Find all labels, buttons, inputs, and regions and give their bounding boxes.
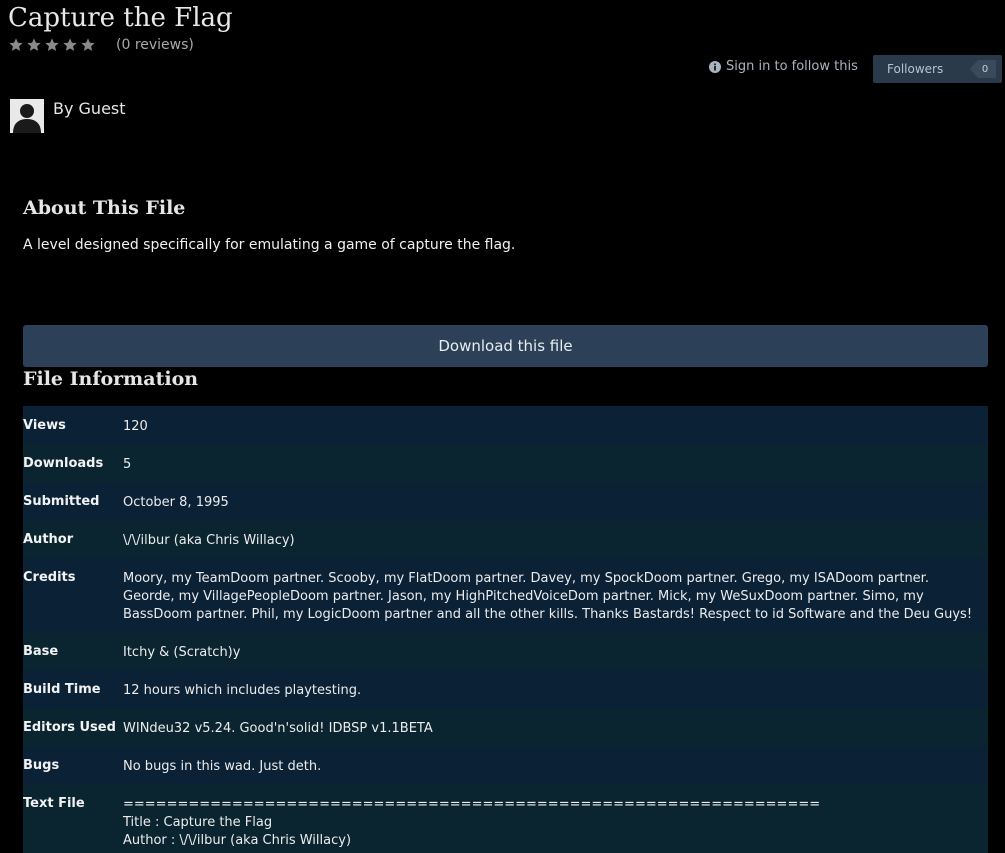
star-icon[interactable] <box>80 37 96 53</box>
author-by-line: By Guest <box>53 99 126 118</box>
info-label: Editors Used <box>23 720 116 735</box>
followers-button[interactable]: Followers 0 <box>873 55 1002 83</box>
follow-text: Sign in to follow this <box>726 59 858 74</box>
info-row-author: Author \/\/ilbur (aka Chris Willacy) <box>23 520 988 558</box>
info-value: Itchy & (Scratch)y <box>123 645 241 660</box>
info-label: Text File <box>23 796 85 811</box>
followers-count-badge: 0 <box>970 60 996 78</box>
info-value: WINdeu32 v5.24. Good'n'solid! IDBSP v1.1… <box>123 721 433 736</box>
file-information-table: Views 120 Downloads 5 Submitted October … <box>23 406 988 853</box>
sign-in-to-follow-link[interactable]: Sign in to follow this <box>709 59 858 74</box>
reviews-count: (0 reviews) <box>116 37 194 53</box>
info-label: Base <box>23 644 59 659</box>
info-value: \/\/ilbur (aka Chris Willacy) <box>123 533 295 548</box>
avatar[interactable] <box>10 99 44 133</box>
info-row-credits: Credits Moory, my TeamDoom partner. Scoo… <box>23 558 988 632</box>
star-rating[interactable]: (0 reviews) <box>8 36 194 54</box>
info-label: Downloads <box>23 456 104 471</box>
text-file-line: Title : Capture the Flag <box>123 815 273 830</box>
star-icon[interactable] <box>44 37 60 53</box>
file-page: Capture the Flag (0 reviews) Sign in to … <box>0 0 1005 853</box>
info-row-submitted: Submitted October 8, 1995 <box>23 482 988 520</box>
star-icon[interactable] <box>8 37 24 53</box>
info-row-downloads: Downloads 5 <box>23 444 988 482</box>
info-value: 120 <box>123 419 148 434</box>
info-row-base: Base Itchy & (Scratch)y <box>23 632 988 670</box>
star-icon[interactable] <box>62 37 78 53</box>
followers-label: Followers <box>887 62 944 76</box>
info-row-views: Views 120 <box>23 406 988 444</box>
info-value: October 8, 1995 <box>123 495 229 510</box>
info-label: Credits <box>23 570 76 585</box>
info-row-text-file: Text File ==============================… <box>23 784 988 853</box>
info-value: 5 <box>123 457 132 472</box>
info-row-editors-used: Editors Used WINdeu32 v5.24. Good'n'soli… <box>23 708 988 746</box>
info-value: No bugs in this wad. Just deth. <box>123 759 322 774</box>
page-title: Capture the Flag <box>8 3 233 33</box>
info-label: Views <box>23 418 66 433</box>
file-information-heading: File Information <box>23 368 199 390</box>
info-row-build-time: Build Time 12 hours which includes playt… <box>23 670 988 708</box>
star-icon[interactable] <box>26 37 42 53</box>
text-file-line: ========================================… <box>123 797 821 812</box>
text-file-content: ========================================… <box>123 784 988 853</box>
text-file-line: Author : \/\/ilbur (aka Chris Willacy) <box>123 833 352 848</box>
info-label: Bugs <box>23 758 60 773</box>
about-heading: About This File <box>23 197 186 219</box>
info-label: Author <box>23 532 74 547</box>
info-row-bugs: Bugs No bugs in this wad. Just deth. <box>23 746 988 784</box>
info-value: Moory, my TeamDoom partner. Scooby, my F… <box>123 571 973 622</box>
info-value: 12 hours which includes playtesting. <box>123 683 362 698</box>
info-icon <box>709 60 721 73</box>
info-label: Submitted <box>23 494 100 509</box>
info-label: Build Time <box>23 682 101 697</box>
download-button[interactable]: Download this file <box>23 325 988 367</box>
about-description: A level designed specifically for emulat… <box>23 237 516 253</box>
